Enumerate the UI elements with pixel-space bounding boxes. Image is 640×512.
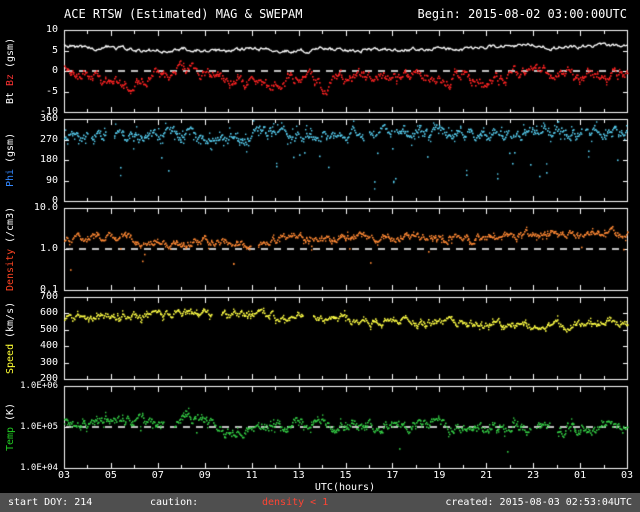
axis-label-part: Bz [5,68,16,87]
axis-label-part: Temp [5,420,16,452]
axis-label-part: Density [5,242,16,292]
ace-rtsw-plot: ACE RTSW (Estimated) MAG & SWEPAM Begin:… [0,0,640,512]
caution-value: density < 1 [262,497,329,508]
axis-label-part: (km/s) [5,301,16,338]
created-timestamp: created: 2015-08-03 02:53:04UTC [445,497,632,508]
y-axis-label-temp: Temp (K) [3,386,18,468]
axis-label-part: Speed [5,338,16,375]
axis-label-part: (gsm) [5,132,16,164]
begin-timestamp: Begin: 2015-08-02 03:00:00UTC [417,7,627,21]
x-axis-title: UTC(hours) [314,482,376,493]
y-axis-label-speed: Speed (km/s) [3,297,18,379]
footer-bar: start DOY: 214 caution: density < 1 crea… [0,493,640,512]
y-axis-label-phi: Phi (gsm) [3,119,18,201]
plot-title: ACE RTSW (Estimated) MAG & SWEPAM [64,7,303,21]
start-doy-text: start DOY: 214 [8,497,93,508]
y-axis-label-mag: Bt Bz (gsm) [3,30,18,112]
axis-label-part: (/cm3) [5,206,16,243]
axis-label-part: (K) [5,402,16,421]
axis-label-part: Phi [5,163,16,188]
plot-canvas [0,0,640,512]
y-axis-label-density: Density (/cm3) [3,206,18,292]
axis-label-part: Bt [5,86,16,105]
axis-label-part: (gsm) [5,37,16,68]
caution-label: caution: [150,497,199,508]
